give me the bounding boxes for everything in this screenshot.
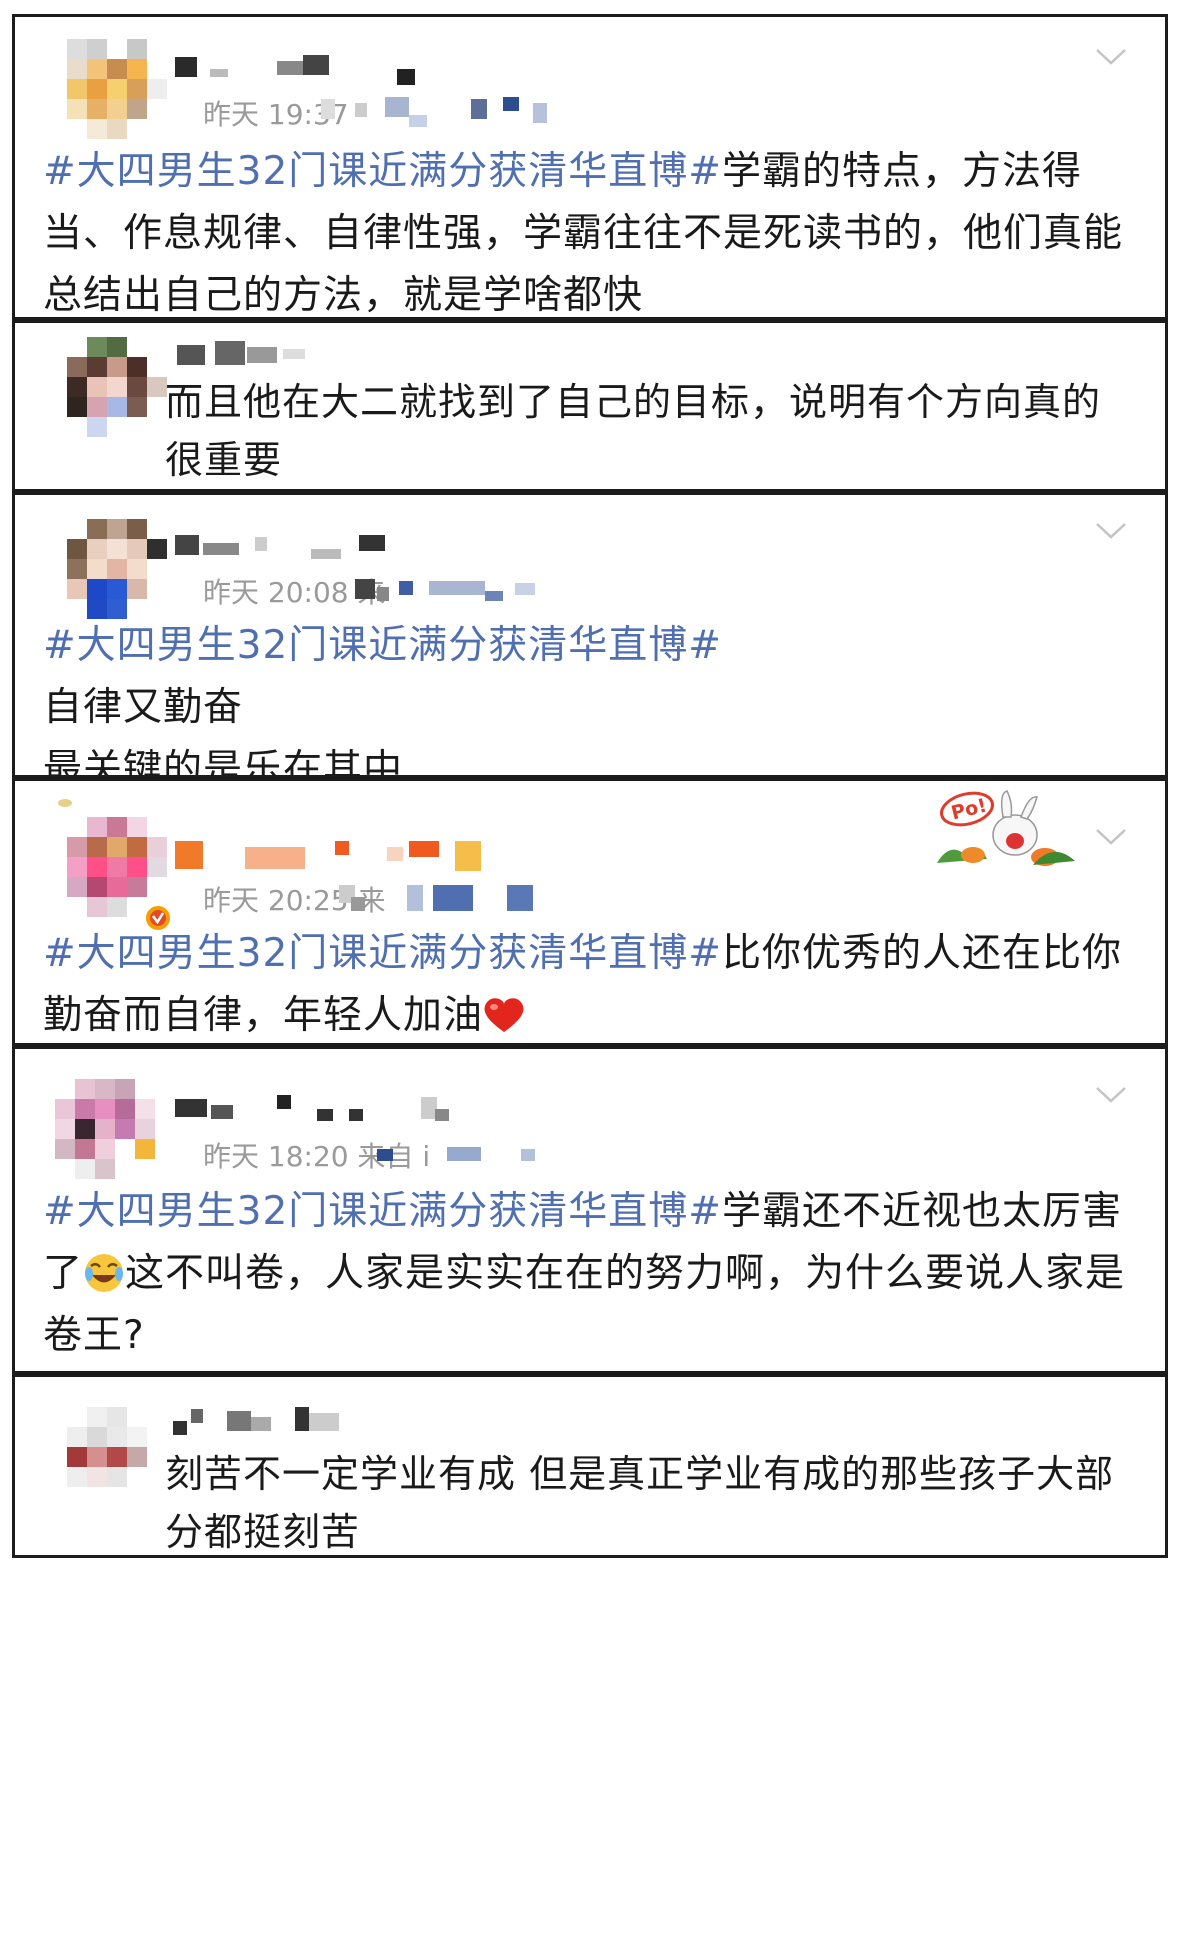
comment-card-4: 昨天 20:25 来 Po! #大四男生32门课近满分获清华直博#比你优秀的人还…	[12, 778, 1168, 1046]
comment-text: #大四男生32门课近满分获清华直博#学霸的特点，方法得当、作息规律、自律性强，学…	[43, 149, 1124, 318]
comment-text: #大四男生32门课近满分获清华直博# 自律又勤奋 最关键的是乐在其中	[43, 623, 722, 778]
laugh-cry-emoji-icon	[85, 1254, 124, 1292]
comment-card-1: 昨天 19:37 #大四男生32门课近满分获清华直博#学霸的特点，方法得当、作息…	[12, 14, 1168, 320]
hashtag-link[interactable]: #大四男生32门课近满分获清华直博#	[43, 931, 722, 976]
comment-text: #大四男生32门课近满分获清华直博#学霸还不近视也太厉害了 这不叫卷，人家是实实在…	[43, 1189, 1126, 1358]
sparkle-icon	[58, 799, 72, 807]
chevron-down-icon[interactable]	[1095, 827, 1127, 847]
avatar[interactable]	[67, 1407, 167, 1507]
hashtag-link[interactable]: #大四男生32门课近满分获清华直博#	[43, 1189, 722, 1234]
avatar[interactable]	[67, 337, 167, 437]
comment-card-6: 刻苦不一定学业有成 但是真正学业有成的那些孩子大部分都挺刻苦	[12, 1374, 1168, 1558]
chevron-down-icon[interactable]	[1095, 521, 1127, 541]
hashtag-link[interactable]: #大四男生32门课近满分获清华直博#	[43, 623, 722, 668]
comment-card-3: 昨天 20:08 来 #大四男生32门课近满分获清华直博# 自律又勤奋 最关键的…	[12, 492, 1168, 778]
avatar[interactable]	[67, 519, 167, 619]
avatar[interactable]	[67, 39, 167, 139]
comment-text: 而且他在大二就找到了自己的目标，说明有个方向真的很重要	[165, 380, 1102, 482]
comment-card-2: 而且他在大二就找到了自己的目标，说明有个方向真的很重要	[12, 320, 1168, 492]
comment-card-5: 昨天 18:20 来自 i #大四男生32门课近满分获清华直博#学霸还不近视也太…	[12, 1046, 1168, 1374]
avatar[interactable]	[67, 817, 167, 917]
chevron-down-icon[interactable]	[1095, 1085, 1127, 1105]
comment-text: 刻苦不一定学业有成 但是真正学业有成的那些孩子大部分都挺刻苦	[165, 1452, 1115, 1554]
avatar[interactable]	[55, 1079, 155, 1179]
chevron-down-icon[interactable]	[1095, 47, 1127, 67]
hashtag-link[interactable]: #大四男生32门课近满分获清华直博#	[43, 149, 722, 194]
timestamp: 昨天 18:20 来自 i	[203, 1140, 431, 1173]
sticker-image: Po!	[933, 783, 1083, 869]
comment-text: #大四男生32门课近满分获清华直博#比你优秀的人还在比你勤奋而自律，年轻人加油	[43, 931, 1122, 1038]
heart-emoji-icon	[484, 998, 524, 1032]
